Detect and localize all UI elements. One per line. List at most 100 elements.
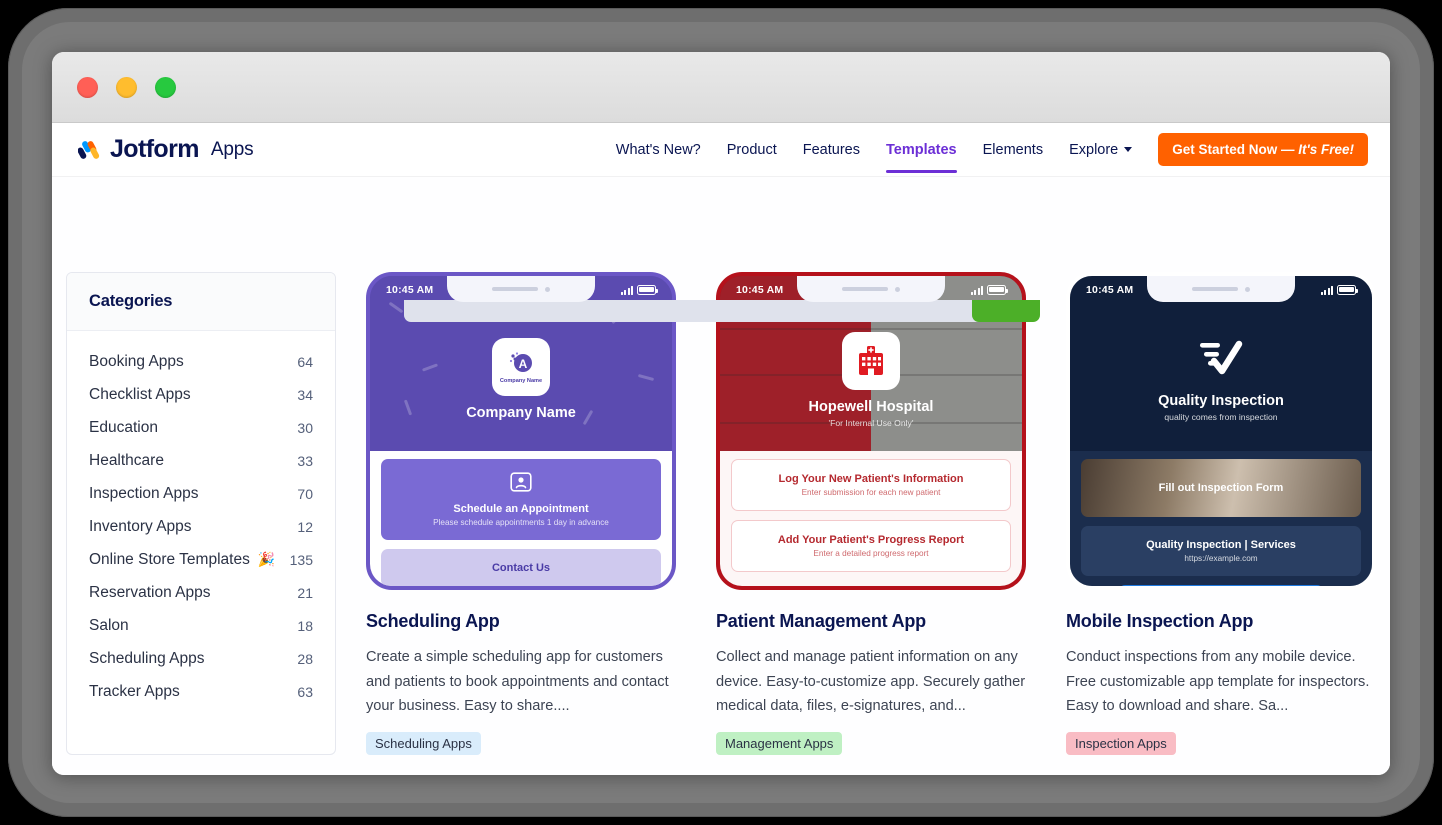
tile-title: Contact Us [389, 562, 653, 574]
nav-whats-new[interactable]: What's New? [616, 138, 701, 162]
sidebar-item-inspection-apps[interactable]: Inspection Apps 70 [67, 477, 335, 510]
content-row: Categories Booking Apps 64 Checklist App… [52, 272, 1390, 755]
maximize-window-button[interactable] [155, 77, 176, 98]
cta-label-main: Get Started Now — [1172, 142, 1298, 157]
category-count: 30 [297, 420, 313, 436]
camera-dot [545, 287, 550, 292]
sidebar-item-tracker-apps[interactable]: Tracker Apps 63 [67, 675, 335, 708]
phone-notch [797, 276, 945, 302]
sidebar-item-online-store-templates[interactable]: Online Store Templates 🎉 135 [67, 543, 335, 576]
app-title: Hopewell Hospital [809, 399, 934, 415]
tile-title: Add Your Patient's Progress Report [740, 534, 1002, 546]
tile-subtitle: Enter submission for each new patient [740, 488, 1002, 497]
preview-tile-inspection-form[interactable]: Fill out Inspection Form [1081, 459, 1361, 517]
card-title: Patient Management App [716, 611, 1026, 632]
category-count: 33 [297, 453, 313, 469]
window-titlebar [52, 52, 1390, 123]
status-time: 10:45 AM [736, 284, 783, 296]
close-window-button[interactable] [77, 77, 98, 98]
nav-features[interactable]: Features [803, 138, 860, 162]
category-count: 21 [297, 585, 313, 601]
sidebar-item-salon[interactable]: Salon 18 [67, 609, 335, 642]
nav-explore-label: Explore [1069, 142, 1118, 158]
card-description: Collect and manage patient information o… [716, 645, 1026, 719]
template-card-patient-management-app[interactable]: 10:45 AM [716, 272, 1026, 755]
category-label: Education [89, 419, 158, 437]
tile-title: Log Your New Patient's Information [740, 473, 1002, 485]
brand-subtitle: Apps [211, 139, 254, 161]
preview-tile-progress-report[interactable]: Add Your Patient's Progress Report Enter… [731, 520, 1011, 572]
get-started-button[interactable]: Get Started Now — It's Free! [1158, 133, 1368, 166]
category-count: 63 [297, 684, 313, 700]
sidebar-item-education[interactable]: Education 30 [67, 411, 335, 444]
category-count: 135 [290, 552, 313, 568]
app-icon: A Company Name [492, 338, 550, 396]
sidebar-item-inventory-apps[interactable]: Inventory Apps 12 [67, 510, 335, 543]
category-count: 18 [297, 618, 313, 634]
signal-icon [971, 285, 984, 295]
nav-templates[interactable]: Templates [886, 138, 957, 162]
sidebar-item-checklist-apps[interactable]: Checklist Apps 34 [67, 378, 335, 411]
card-tag[interactable]: Inspection Apps [1066, 732, 1176, 755]
template-card-mobile-inspection-app[interactable]: 10:45 AM [1066, 272, 1376, 755]
search-input[interactable] [404, 300, 996, 322]
battery-icon [987, 285, 1006, 295]
search-strip [52, 300, 1390, 324]
preview-tile-services-link[interactable]: Quality Inspection | Services https://ex… [1081, 526, 1361, 576]
party-popper-icon: 🎉 [258, 551, 275, 568]
sidebar-item-reservation-apps[interactable]: Reservation Apps 21 [67, 576, 335, 609]
card-tag[interactable]: Management Apps [716, 732, 842, 755]
signal-icon [1321, 285, 1334, 295]
status-icons [971, 285, 1007, 295]
card-title: Mobile Inspection App [1066, 611, 1376, 632]
preview-tile-log-patient[interactable]: Log Your New Patient's Information Enter… [731, 459, 1011, 511]
sidebar-item-healthcare[interactable]: Healthcare 33 [67, 444, 335, 477]
template-card-scheduling-app[interactable]: 10:45 AM [366, 272, 676, 755]
chevron-down-icon [1124, 147, 1132, 152]
categories-sidebar: Categories Booking Apps 64 Checklist App… [66, 272, 336, 755]
phone-notch [447, 276, 595, 302]
search-submit-button[interactable] [972, 300, 1040, 322]
speaker-bar [842, 287, 888, 291]
category-count: 28 [297, 651, 313, 667]
camera-dot [895, 287, 900, 292]
category-label: Inspection Apps [89, 485, 198, 503]
category-label: Inventory Apps [89, 518, 192, 536]
page-body: Categories Booking Apps 64 Checklist App… [52, 176, 1390, 775]
category-label: Booking Apps [89, 353, 184, 371]
nav-elements[interactable]: Elements [983, 138, 1043, 162]
sidebar-item-booking-apps[interactable]: Booking Apps 64 [67, 345, 335, 378]
card-title: Scheduling App [366, 611, 676, 632]
sidebar-item-scheduling-apps[interactable]: Scheduling Apps 28 [67, 642, 335, 675]
status-icons [621, 285, 657, 295]
nav-product[interactable]: Product [727, 138, 777, 162]
company-avatar-icon: A [506, 351, 536, 377]
phone-notch [1147, 276, 1295, 302]
preview-tile-schedule[interactable]: Schedule an Appointment Please schedule … [381, 459, 661, 540]
category-count: 12 [297, 519, 313, 535]
template-cards-row: 10:45 AM [366, 272, 1376, 755]
category-label: Healthcare [89, 452, 164, 470]
brand-logo[interactable]: Jotform Apps [78, 135, 253, 164]
card-description: Conduct inspections from any mobile devi… [1066, 645, 1376, 719]
category-label: Scheduling Apps [89, 650, 204, 668]
category-label: Salon [89, 617, 129, 635]
status-time: 10:45 AM [386, 284, 433, 296]
nav-explore[interactable]: Explore [1069, 138, 1132, 162]
minimize-window-button[interactable] [116, 77, 137, 98]
phone-body: Schedule an Appointment Please schedule … [370, 451, 672, 590]
category-count: 64 [297, 354, 313, 370]
jotform-logo-icon [78, 139, 100, 161]
card-tag[interactable]: Scheduling Apps [366, 732, 481, 755]
tile-title: Fill out Inspection Form [1089, 482, 1353, 494]
site-header: Jotform Apps What's New? Product Feature… [52, 123, 1390, 176]
speaker-bar [492, 287, 538, 291]
tile-subtitle: https://example.com [1089, 554, 1353, 563]
app-icon [842, 332, 900, 390]
app-subtitle: 'For Internal Use Only' [829, 418, 914, 428]
main-navigation: What's New? Product Features Templates E… [616, 133, 1368, 166]
preview-tile-blue-button[interactable] [1119, 585, 1323, 590]
contact-card-icon [389, 472, 653, 497]
preview-tile-contact[interactable]: Contact Us [381, 549, 661, 587]
battery-icon [1337, 285, 1356, 295]
